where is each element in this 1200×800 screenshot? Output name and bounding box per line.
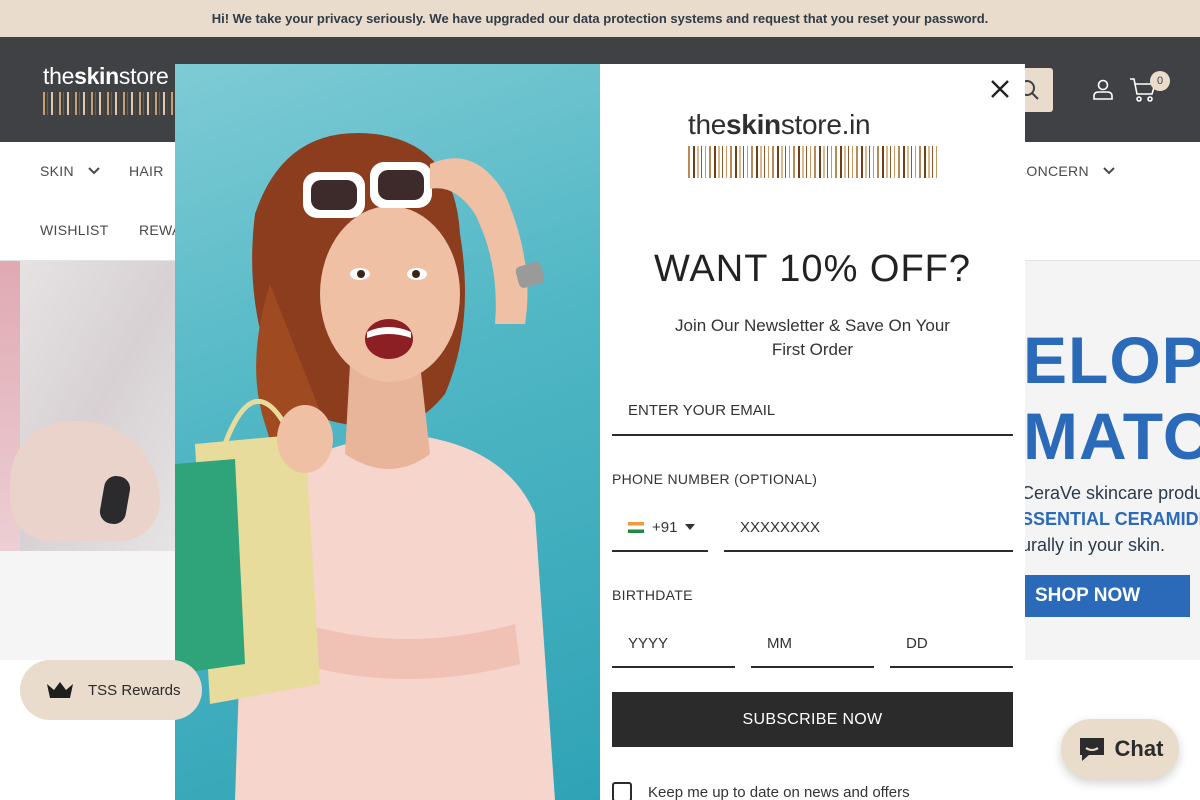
email-input[interactable] xyxy=(612,386,1013,436)
nav-item-skin[interactable]: SKIN xyxy=(40,163,100,179)
cart-count-badge: 0 xyxy=(1150,71,1170,91)
birth-day-input[interactable] xyxy=(890,620,1013,668)
hero-text-line-3: urally in your skin. xyxy=(1025,535,1166,555)
hero-banner-left[interactable] xyxy=(0,261,175,660)
popup-subline: Join Our Newsletter & Save On Your First… xyxy=(675,316,950,359)
hero-text-line-1: CeraVe skincare produ xyxy=(1025,483,1200,503)
announcement-text: Hi! We take your privacy seriously. We h… xyxy=(211,11,989,26)
rewards-launcher-button[interactable]: TSS Rewards xyxy=(20,660,202,720)
hero-text-line-2: SSENTIAL CERAMIDE xyxy=(1025,509,1200,529)
popup-logo-text: theskinstore.in xyxy=(688,109,871,140)
birthdate-label: BIRTHDATE xyxy=(612,587,693,603)
chat-bubble-icon xyxy=(1079,738,1104,761)
close-icon[interactable] xyxy=(988,77,1012,101)
india-flag-icon xyxy=(628,521,644,533)
logo-barcode-icon xyxy=(43,92,178,115)
chevron-down-icon xyxy=(1103,167,1115,175)
birth-month-input[interactable] xyxy=(751,620,874,668)
consent-checkbox[interactable] xyxy=(612,782,632,800)
hero-heading-line-1: ELOPE xyxy=(1025,323,1200,397)
model-photo xyxy=(175,133,555,800)
hero-heading-line-2: MATOL xyxy=(1025,399,1200,473)
popup-logo: theskinstore.in xyxy=(688,110,938,178)
chevron-down-icon xyxy=(88,167,100,175)
caret-down-icon xyxy=(685,524,696,530)
country-code-select[interactable]: +91 xyxy=(612,504,708,552)
chat-label: Chat xyxy=(1114,736,1164,761)
popup-model-image xyxy=(175,64,600,800)
consent-label: Keep me up to date on news and offers xyxy=(648,783,910,800)
announcement-bar: Hi! We take your privacy seriously. We h… xyxy=(0,0,1200,37)
popup-barcode-icon xyxy=(688,146,938,178)
site-logo-text: theskinstore xyxy=(43,63,169,89)
birth-year-input[interactable] xyxy=(612,620,735,668)
nav-item-wishlist[interactable]: WISHLIST xyxy=(40,222,109,238)
site-logo[interactable]: theskinstore xyxy=(43,64,178,115)
hero-banner-right[interactable]: ELOPE MATOL CeraVe skincare produ SSENTI… xyxy=(1025,261,1200,660)
phone-input[interactable] xyxy=(724,504,1013,552)
shop-now-button[interactable]: SHOP NOW xyxy=(1025,575,1190,617)
account-icon[interactable] xyxy=(1091,77,1115,101)
rewards-label: TSS Rewards xyxy=(88,681,181,699)
chat-button[interactable]: Chat xyxy=(1061,719,1179,779)
crown-icon xyxy=(47,682,73,698)
nav-item-concern[interactable]: CONCERN xyxy=(1016,163,1115,179)
consent-row[interactable]: Keep me up to date on news and offers xyxy=(612,782,910,800)
subscribe-button[interactable]: SUBSCRIBE NOW xyxy=(612,692,1013,747)
newsletter-popup: theskinstore.in WANT 10% OFF? Join Our N… xyxy=(175,64,1025,800)
newsletter-form: theskinstore.in WANT 10% OFF? Join Our N… xyxy=(600,64,1025,800)
popup-headline: WANT 10% OFF? xyxy=(653,248,972,290)
phone-label: PHONE NUMBER (OPTIONAL) xyxy=(612,471,818,487)
country-code-value: +91 xyxy=(652,518,678,536)
